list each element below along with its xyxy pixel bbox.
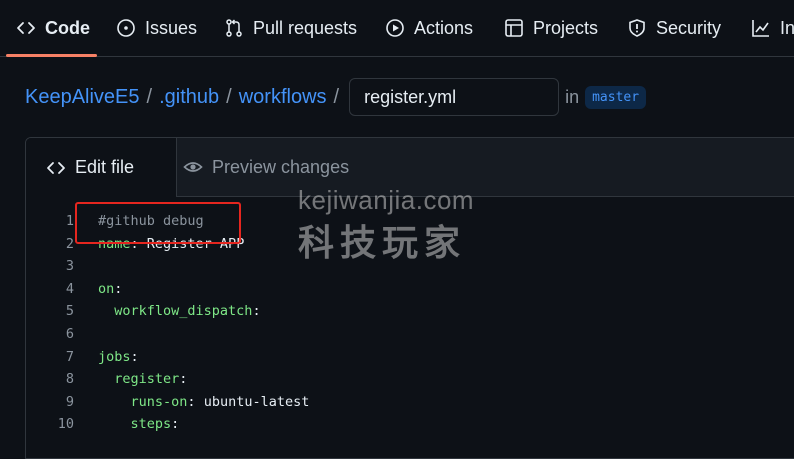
tab-security-label: Security <box>656 17 722 38</box>
line-number: 5 <box>65 303 74 320</box>
line-content: runs-on: ubuntu-latest <box>98 391 310 413</box>
yaml-colon: : <box>114 280 123 297</box>
line-number: 4 <box>65 280 74 297</box>
tab-actions-label: Actions <box>414 17 474 38</box>
tab-actions[interactable]: Actions <box>385 0 473 56</box>
tab-projects-label: Projects <box>533 17 599 38</box>
breadcrumb-github-link[interactable]: .github <box>159 86 219 109</box>
pull-request-icon <box>226 19 242 37</box>
branch-badge[interactable]: master <box>585 85 647 109</box>
highlight-annotation-box <box>75 202 241 244</box>
line-number: 7 <box>65 348 74 365</box>
yaml-colon: : <box>179 371 188 388</box>
file-editor: Edit file Preview changes 1 #github debug… <box>25 137 794 459</box>
tab-pull-requests[interactable]: Pull requests <box>224 0 357 56</box>
tab-issues[interactable]: Issues <box>116 0 197 56</box>
tab-edit-file-label: Edit file <box>75 157 135 177</box>
yaml-colon: : <box>130 348 139 365</box>
breadcrumb-owner-link[interactable]: KeepAliveE5 <box>25 86 140 109</box>
tab-projects[interactable]: Projects <box>504 0 598 56</box>
line-content: jobs: <box>98 346 139 368</box>
filename-input[interactable] <box>349 78 560 116</box>
line-number: 1 <box>65 213 74 229</box>
breadcrumb-workflows-link[interactable]: workflows <box>239 86 327 109</box>
yaml-key: steps <box>130 416 172 433</box>
yaml-key: register <box>114 371 180 388</box>
tab-code-label: Code <box>45 17 90 38</box>
tab-insights[interactable]: In <box>751 0 794 56</box>
yaml-key: on <box>98 280 115 297</box>
eye-icon <box>183 162 203 172</box>
repo-nav: Code Issues Pull requests Actions Projec… <box>0 0 794 57</box>
breadcrumb-separator: / <box>146 85 153 108</box>
yaml-colon: : <box>171 416 180 433</box>
in-label: in <box>565 86 580 107</box>
yaml-value: ubuntu-latest <box>195 393 310 410</box>
yaml-key: jobs <box>98 348 131 365</box>
line-number: 6 <box>65 326 74 342</box>
yaml-key: runs-on <box>130 393 188 410</box>
tab-code[interactable]: Code <box>16 0 90 56</box>
code-icon <box>17 22 35 34</box>
code-icon <box>47 161 65 174</box>
tab-insights-label: In <box>780 17 794 38</box>
line-content: workflow_dispatch: <box>98 300 261 322</box>
graph-icon <box>752 20 769 37</box>
line-number: 9 <box>65 393 74 410</box>
tab-preview-changes-label: Preview changes <box>212 156 350 177</box>
tab-pull-requests-label: Pull requests <box>253 17 358 38</box>
tab-security[interactable]: Security <box>627 0 721 56</box>
play-icon <box>386 19 404 37</box>
line-number: 10 <box>57 416 74 433</box>
editor-header: Edit file Preview changes <box>26 138 794 197</box>
active-tab-underline <box>6 54 97 57</box>
yaml-colon: : <box>252 303 261 320</box>
line-number: 2 <box>65 235 74 252</box>
breadcrumb-separator: / <box>226 85 232 108</box>
line-content: steps: <box>98 413 180 435</box>
yaml-key: workflow_dispatch <box>114 303 253 320</box>
breadcrumb-separator: / <box>333 85 340 108</box>
line-content: register: <box>98 368 187 390</box>
tab-issues-label: Issues <box>145 17 198 38</box>
line-number: 8 <box>65 371 74 388</box>
tab-edit-file[interactable]: Edit file <box>26 138 177 197</box>
shield-icon <box>629 19 645 37</box>
line-content: on: <box>98 278 122 300</box>
tab-preview-changes[interactable]: Preview changes <box>183 138 349 196</box>
line-number: 3 <box>65 258 74 275</box>
table-icon <box>505 19 523 37</box>
breadcrumb: KeepAliveE5 / .github / workflows / in m… <box>25 76 647 118</box>
yaml-colon: : <box>187 393 196 410</box>
issue-icon <box>117 19 135 37</box>
